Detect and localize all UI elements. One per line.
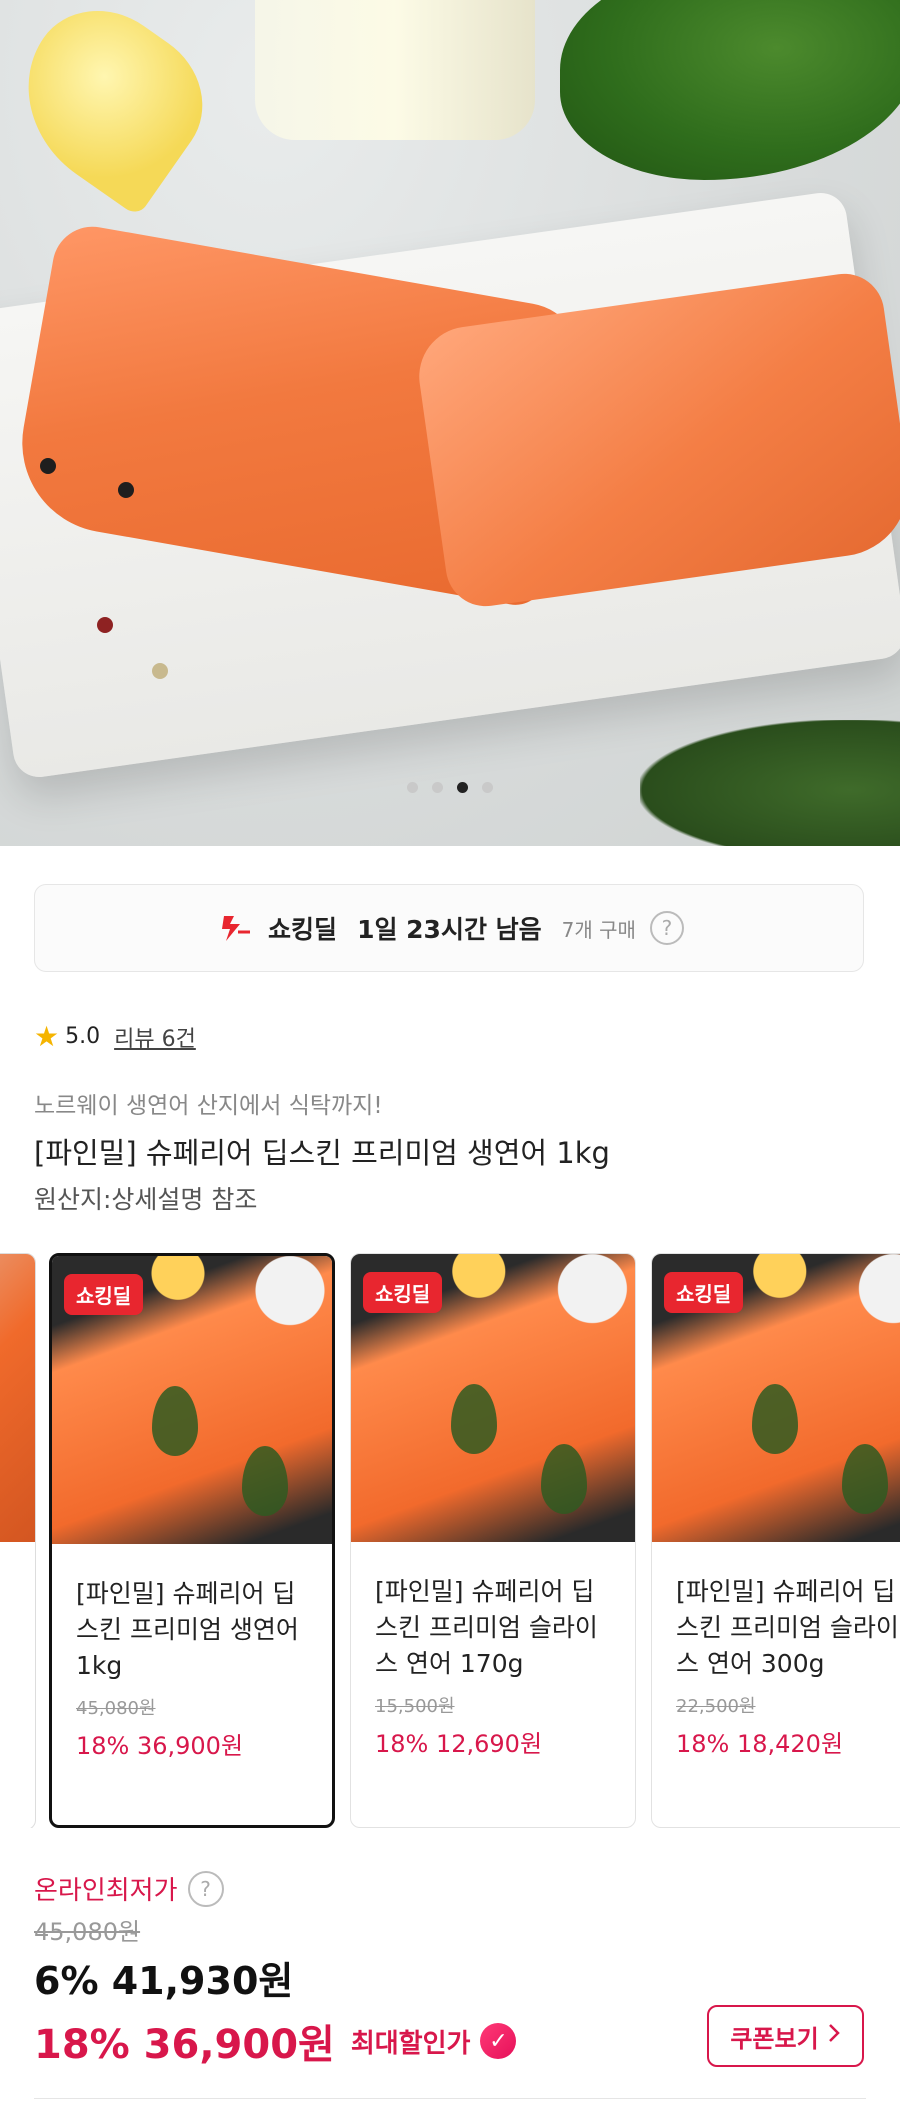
variant-image: 쇼킹딜 [652, 1254, 900, 1542]
variant-name: [파인밀] 슈페리어 딥스킨 프리미엄 슬라이스 연어 300g [676, 1577, 899, 1678]
shocking-deal-banner: 쇼킹딜 1일 23시간 남음 7개 구매 ? [34, 884, 864, 972]
rating-summary: ★ 5.0 리뷰 6건 [34, 1020, 196, 1053]
variant-image: 쇼킹딜 [351, 1254, 635, 1542]
product-origin: 원산지:상세설명 참조 [34, 1185, 258, 1214]
wine-glass-decoration [255, 0, 535, 140]
dill-sprig [242, 1446, 288, 1516]
review-count-link[interactable]: 리뷰 6건 [114, 1021, 196, 1053]
dill-sprig [541, 1444, 587, 1514]
original-price: 45,080원 [34, 1918, 141, 1946]
variant-name: [파인밀] 슈페리어 딥스킨 프리미엄 생연어 1kg [76, 1579, 299, 1680]
coupon-view-button[interactable]: 쿠폰보기 [707, 2005, 864, 2067]
lettuce-decoration [560, 0, 900, 180]
deal-badge: 쇼킹딜 [363, 1272, 443, 1313]
discount-price: 6% 41,930원 [34, 1959, 294, 2003]
dill-sprig [152, 1386, 198, 1456]
variant-name: [파인밀] 슈페리어 딥스킨 프리미엄 슬라이스 연어 170g [375, 1577, 598, 1678]
deal-timer: 1일 23시간 남음 [357, 915, 542, 944]
help-circle-icon[interactable]: ? [649, 911, 684, 945]
lemon-wedge-decoration [0, 0, 230, 218]
carousel-indicator [0, 782, 900, 793]
lightning-bolt-icon [214, 908, 254, 948]
variant-image: 쇼킹딜 [52, 1256, 332, 1544]
rating-score: 5.0 [65, 1024, 101, 1049]
variant-image [0, 1254, 35, 1542]
dill-sprig [451, 1384, 497, 1454]
carousel-dot-active[interactable] [457, 782, 468, 793]
product-image-carousel[interactable] [0, 0, 900, 846]
lowest-price-label: 온라인최저가 [34, 1876, 178, 1906]
max-discount-price: 18% 36,900원 [34, 2022, 335, 2068]
variant-card[interactable]: 쇼킹딜 [파인밀] 슈페리어 딥스킨 프리미엄 슬라이스 연어 300g 22,… [651, 1253, 900, 1828]
variant-card-partial[interactable] [0, 1253, 36, 1828]
carousel-dot[interactable] [432, 782, 443, 793]
variant-sale-price: 18% 18,420원 [676, 1730, 844, 1758]
deal-badge: 쇼킹딜 [64, 1274, 144, 1315]
variant-sale-price: 18% 36,900원 [76, 1732, 244, 1760]
lowest-price-label-row: 온라인최저가 ? [34, 1870, 224, 1907]
chevron-right-icon [827, 2022, 841, 2050]
peppercorn [40, 458, 56, 474]
variant-original-price: 22,500원 [676, 1696, 756, 1717]
max-discount-label: 최대할인가 [350, 2028, 471, 2059]
variant-carousel[interactable]: 쇼킹딜 [파인밀] 슈페리어 딥스킨 프리미엄 생연어 1kg 45,080원 … [0, 1253, 900, 1828]
dill-sprig [752, 1384, 798, 1454]
deal-badge: 쇼킹딜 [664, 1272, 744, 1313]
purchase-count: 7개 구매 [561, 917, 636, 942]
help-circle-icon[interactable]: ? [187, 1870, 224, 1907]
peppercorn [118, 482, 134, 498]
deal-title: 쇼킹딜 [268, 915, 338, 944]
star-icon: ★ [34, 1020, 60, 1053]
product-title: [파인밀] 슈페리어 딥스킨 프리미엄 생연어 1kg [34, 1136, 610, 1170]
variant-original-price: 15,500원 [375, 1696, 455, 1717]
max-discount-row: 18% 36,900원 최대할인가 ✓ [34, 2012, 517, 2070]
peppercorn [97, 617, 113, 633]
dill-sprig [842, 1444, 888, 1514]
variant-card[interactable]: 쇼킹딜 [파인밀] 슈페리어 딥스킨 프리미엄 슬라이스 연어 170g 15,… [350, 1253, 636, 1828]
coupon-button-label: 쿠폰보기 [730, 2024, 819, 2053]
variant-original-price: 45,080원 [76, 1698, 156, 1719]
peppercorn [152, 663, 168, 679]
carousel-dot[interactable] [482, 782, 493, 793]
section-divider [34, 2098, 866, 2099]
product-subtitle: 노르웨이 생연어 산지에서 식탁까지! [34, 1093, 383, 1119]
check-badge-icon: ✓ [480, 2023, 517, 2059]
variant-card[interactable]: 쇼킹딜 [파인밀] 슈페리어 딥스킨 프리미엄 생연어 1kg 45,080원 … [49, 1253, 335, 1828]
variant-sale-price: 18% 12,690원 [375, 1730, 543, 1758]
carousel-dot[interactable] [407, 782, 418, 793]
